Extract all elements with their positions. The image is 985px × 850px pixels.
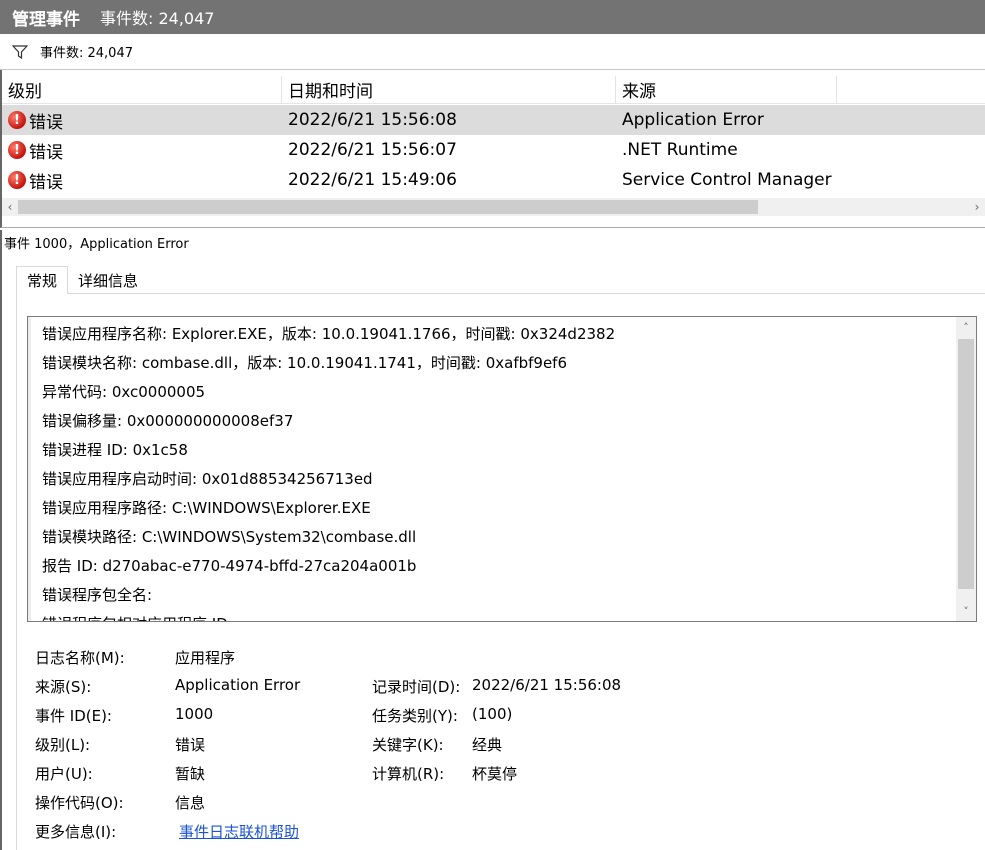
source-value: Application Error [175, 676, 301, 694]
horizontal-scrollbar[interactable]: ‹ › [2, 198, 985, 216]
tab-general[interactable]: 常规 [16, 266, 69, 294]
column-header-empty [837, 76, 985, 104]
description-line: 错误模块路径: C:\WINDOWS\System32\combase.dll [42, 528, 417, 546]
event-list: 级别 日期和时间 来源 ! 错误 2022/6/21 15:56:08 Appli… [0, 70, 985, 228]
event-count-title: 事件数: 24,047 [100, 9, 215, 28]
filter-count: 事件数: 24,047 [40, 46, 133, 61]
event-id-value: 1000 [175, 705, 214, 723]
row-level: 错误 [29, 112, 63, 133]
detail-pane: 常规 详细信息 错误应用程序名称: Explorer.EXE，版本: 10.0.… [0, 254, 985, 850]
row-datetime: 2022/6/21 15:56:07 [288, 140, 457, 160]
table-row[interactable]: ! 错误 2022/6/21 15:56:08 Application Error [2, 105, 985, 135]
logged-value: 2022/6/21 15:56:08 [472, 676, 622, 694]
description-line: 错误应用程序名称: Explorer.EXE，版本: 10.0.19041.17… [42, 325, 616, 343]
row-source: Service Control Manager [622, 170, 832, 190]
filter-bar: 事件数: 24,047 [0, 34, 985, 70]
description-box[interactable]: 错误应用程序名称: Explorer.EXE，版本: 10.0.19041.17… [27, 316, 977, 622]
online-help-link[interactable]: 事件日志联机帮助 [179, 821, 299, 842]
row-datetime: 2022/6/21 15:49:06 [288, 170, 457, 190]
user-label: 用户(U): [35, 765, 93, 783]
user-value: 暂缺 [175, 765, 206, 783]
general-tab-panel: 错误应用程序名称: Explorer.EXE，版本: 10.0.19041.17… [16, 293, 985, 850]
keywords-label: 关键字(K): [372, 736, 444, 754]
row-source: .NET Runtime [622, 140, 738, 160]
column-header-source[interactable]: 来源 [616, 75, 837, 104]
description-line: 错误偏移量: 0x000000000008ef37 [42, 412, 294, 430]
description-line: 异常代码: 0xc0000005 [42, 383, 206, 401]
table-row[interactable]: ! 错误 2022/6/21 15:56:07 .NET Runtime [2, 135, 985, 165]
opcode-value: 信息 [175, 794, 206, 812]
description-line: 报告 ID: d270abac-e770-4974-bffd-27ca204a0… [42, 557, 417, 575]
event-id-label: 事件 ID(E): [35, 707, 112, 725]
description-line: 错误模块名称: combase.dll，版本: 10.0.19041.1741，… [42, 354, 568, 372]
keywords-value: 经典 [472, 736, 503, 754]
column-header-level[interactable]: 级别 [2, 75, 282, 104]
description-line: 错误进程 ID: 0x1c58 [42, 441, 188, 459]
scroll-down-icon[interactable]: ˅ [956, 601, 976, 621]
level-value: 错误 [175, 736, 206, 754]
scroll-thumb[interactable] [958, 339, 974, 589]
title-bar: 管理事件 事件数: 24,047 [0, 0, 985, 34]
description-line: 错误程序包相对应用程序 ID: [42, 613, 233, 621]
task-label: 任务类别(Y): [372, 707, 458, 725]
description-line: 错误程序包全名: [42, 586, 153, 604]
description-line: 错误应用程序启动时间: 0x01d88534256713ed [42, 470, 373, 488]
vertical-scrollbar[interactable]: ˄ ˅ [956, 317, 976, 621]
opcode-label: 操作代码(O): [35, 794, 124, 812]
more-info-label: 更多信息(I): [35, 823, 117, 841]
description-line: 错误应用程序路径: C:\WINDOWS\Explorer.EXE [42, 499, 371, 517]
detail-title: 事件 1000，Application Error [4, 236, 189, 252]
filter-icon[interactable] [12, 44, 28, 59]
error-icon: ! [8, 171, 26, 189]
list-header: 级别 日期和时间 来源 [2, 75, 985, 104]
column-header-datetime[interactable]: 日期和时间 [282, 75, 616, 104]
row-source: Application Error [622, 110, 764, 130]
view-title: 管理事件 [12, 9, 80, 30]
detail-header: 事件 1000，Application Error [0, 230, 985, 254]
row-level: 错误 [29, 172, 63, 193]
computer-value: 杯莫停 [472, 765, 518, 783]
detail-tabs: 常规 详细信息 [16, 266, 148, 294]
log-name-label: 日志名称(M): [35, 649, 125, 667]
error-icon: ! [8, 111, 26, 129]
scroll-thumb[interactable] [18, 200, 758, 214]
task-value: (100) [472, 705, 513, 723]
level-label: 级别(L): [35, 736, 91, 754]
source-label: 来源(S): [35, 678, 92, 696]
logged-label: 记录时间(D): [372, 678, 461, 696]
row-level: 错误 [29, 142, 63, 163]
table-row[interactable]: ! 错误 2022/6/21 15:49:06 Service Control M… [2, 165, 985, 195]
computer-label: 计算机(R): [372, 765, 445, 783]
error-icon: ! [8, 141, 26, 159]
scroll-left-icon[interactable]: ‹ [2, 198, 18, 216]
scroll-up-icon[interactable]: ˄ [956, 317, 976, 337]
row-datetime: 2022/6/21 15:56:08 [288, 110, 457, 130]
scroll-right-icon[interactable]: › [969, 198, 985, 216]
tab-details[interactable]: 详细信息 [68, 266, 148, 294]
log-name-value: 应用程序 [175, 649, 236, 667]
